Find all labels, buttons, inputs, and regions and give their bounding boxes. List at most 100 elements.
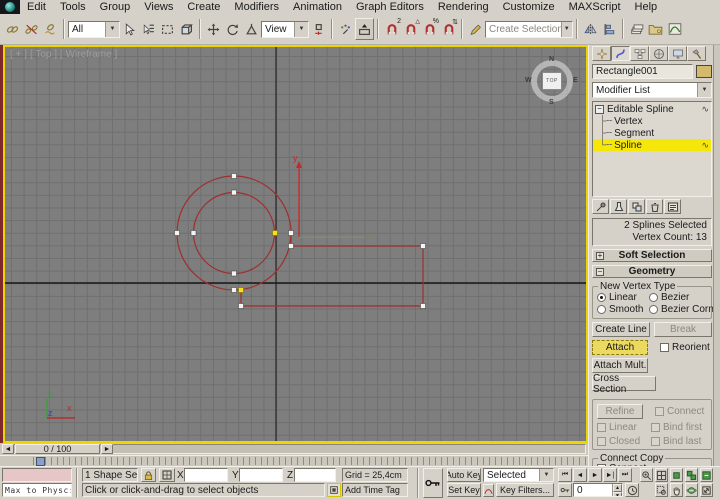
bind-to-space-warp-button[interactable] <box>41 18 60 40</box>
tab-hierarchy[interactable] <box>630 46 649 61</box>
command-panel-scrollbar[interactable] <box>713 45 720 466</box>
linear-radio[interactable]: Linear <box>597 292 649 303</box>
show-end-result-button[interactable] <box>610 199 627 214</box>
menu-edit[interactable]: Edit <box>20 0 53 14</box>
frame-spinner[interactable]: ▲▼ <box>612 484 622 496</box>
menu-customize[interactable]: Customize <box>496 0 562 14</box>
menu-views[interactable]: Views <box>137 0 180 14</box>
object-name-field[interactable]: Rectangle001 <box>592 64 693 79</box>
select-and-scale-button[interactable] <box>242 18 261 40</box>
viewport-label[interactable]: [ + ] [ Top ] [ Wireframe ] <box>10 49 117 60</box>
go-to-start-button[interactable]: ⏮ <box>558 468 572 482</box>
maxscript-mini-listener[interactable] <box>2 468 72 482</box>
menu-modifiers[interactable]: Modifiers <box>227 0 286 14</box>
menu-group[interactable]: Group <box>93 0 138 14</box>
zoom-all-button[interactable] <box>655 468 668 482</box>
tab-create[interactable] <box>592 46 611 61</box>
menu-animation[interactable]: Animation <box>286 0 349 14</box>
menu-rendering[interactable]: Rendering <box>431 0 496 14</box>
z-coordinate-field[interactable] <box>294 468 336 482</box>
attach-mult-button[interactable]: Attach Mult. <box>592 358 648 373</box>
closed-checkbox[interactable]: Closed <box>597 436 647 447</box>
named-selection-sets-dropdown[interactable]: Create Selection Se <box>485 21 573 38</box>
stack-item-segment[interactable]: Segment <box>593 127 711 139</box>
modifier-list-dropdown[interactable]: Modifier List <box>592 82 712 98</box>
tab-motion[interactable] <box>649 46 668 61</box>
layer-manager-button[interactable] <box>627 18 646 40</box>
select-by-name-button[interactable] <box>139 18 158 40</box>
viewcube-east-label[interactable]: E <box>573 77 578 84</box>
selection-filter-dropdown[interactable]: All <box>68 21 120 38</box>
tab-utilities[interactable] <box>687 46 706 61</box>
menu-help[interactable]: Help <box>628 0 665 14</box>
spinner-snap-toggle-button[interactable] <box>439 18 458 40</box>
time-configuration-button[interactable] <box>625 483 639 497</box>
select-and-manipulate-button[interactable] <box>336 18 355 40</box>
viewcube-west-label[interactable]: W <box>525 77 532 84</box>
make-unique-button[interactable] <box>628 199 645 214</box>
selection-lock-toggle[interactable] <box>141 468 156 482</box>
x-coordinate-field[interactable] <box>184 468 228 482</box>
time-slider-handle[interactable]: 0 / 100 <box>15 444 100 454</box>
default-tangents-button[interactable] <box>483 484 494 497</box>
zoom-extents-all-selected-button[interactable] <box>700 468 713 482</box>
rectangular-selection-region-button[interactable] <box>158 18 177 40</box>
zoom-button[interactable] <box>640 468 653 482</box>
viewport-shading-label[interactable]: [ Wireframe ] <box>60 49 117 60</box>
linear-checkbox[interactable]: Linear <box>597 422 647 433</box>
next-frame-arrow-button[interactable]: ► <box>101 444 113 454</box>
absolute-mode-transform-toggle[interactable] <box>159 468 175 482</box>
zoom-region-button[interactable] <box>655 483 668 497</box>
refine-button[interactable]: Refine <box>597 404 643 419</box>
pin-stack-button[interactable] <box>592 199 609 214</box>
snaps-toggle-button[interactable] <box>382 18 401 40</box>
select-and-link-button[interactable] <box>3 18 22 40</box>
tab-display[interactable] <box>668 46 687 61</box>
key-mode-toggle[interactable] <box>558 483 572 497</box>
select-and-move-button[interactable] <box>204 18 223 40</box>
select-object-button[interactable] <box>120 18 139 40</box>
mirror-button[interactable] <box>581 18 600 40</box>
play-animation-button[interactable]: ► <box>588 468 602 482</box>
connect-checkbox[interactable]: Connect <box>655 404 704 419</box>
current-frame-field[interactable]: 0 ▲▼ <box>573 483 623 497</box>
percent-snap-toggle-button[interactable] <box>420 18 439 40</box>
object-color-swatch[interactable] <box>696 65 712 78</box>
stack-item-vertex[interactable]: Vertex <box>593 115 711 127</box>
curve-editor-button[interactable] <box>665 18 684 40</box>
zoom-extents-button[interactable] <box>670 468 683 482</box>
viewcube-top-face[interactable]: TOP <box>542 72 562 90</box>
viewcube[interactable]: TOP N E S W <box>524 53 582 109</box>
orbit-button[interactable] <box>685 483 698 497</box>
application-menu-button[interactable] <box>0 0 20 14</box>
menu-graph-editors[interactable]: Graph Editors <box>349 0 431 14</box>
viewport-view-label[interactable]: [ Top ] <box>30 49 57 60</box>
remove-modifier-button[interactable] <box>646 199 663 214</box>
zoom-extents-all-button[interactable] <box>685 468 698 482</box>
viewport-canvas[interactable]: yxyxz <box>5 47 586 441</box>
cross-section-button[interactable]: Cross Section <box>592 376 656 391</box>
edit-named-selection-sets-button[interactable] <box>466 18 485 40</box>
bezier-radio[interactable]: Bezier <box>649 292 689 303</box>
go-to-end-button[interactable]: ⏭ <box>618 468 632 482</box>
previous-frame-button[interactable]: ◄ <box>573 468 587 482</box>
tree-collapse-icon[interactable] <box>595 105 604 114</box>
stack-item-spline-selected[interactable]: Spline∿ <box>593 139 711 151</box>
menu-tools[interactable]: Tools <box>53 0 93 14</box>
track-bar[interactable] <box>0 455 588 466</box>
key-filters-button[interactable]: Key Filters... <box>496 483 554 497</box>
maximize-viewport-toggle[interactable] <box>700 483 713 497</box>
menu-maxscript[interactable]: MAXScript <box>562 0 628 14</box>
reorient-checkbox[interactable]: Reorient <box>660 340 710 355</box>
key-filter-selection-dropdown[interactable]: Selected <box>483 468 554 482</box>
isolate-selection-toggle[interactable] <box>327 483 341 497</box>
y-coordinate-field[interactable] <box>239 468 283 482</box>
rollout-geometry[interactable]: Geometry <box>592 265 712 278</box>
bezier-corner-radio[interactable]: Bezier Corner <box>649 304 720 315</box>
unlink-selection-button[interactable] <box>22 18 41 40</box>
create-line-button[interactable]: Create Line <box>592 322 650 337</box>
maxscript-listener-line[interactable]: Max to Physc: <box>2 483 72 497</box>
attach-button[interactable]: Attach <box>592 340 648 355</box>
set-key-button[interactable]: Set Key <box>447 483 481 497</box>
select-and-rotate-button[interactable] <box>223 18 242 40</box>
